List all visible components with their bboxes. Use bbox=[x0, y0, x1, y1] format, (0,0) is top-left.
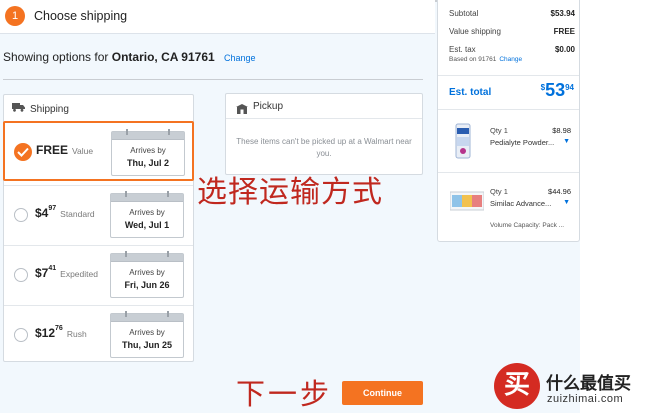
pickup-card-title: Pickup bbox=[253, 101, 284, 112]
estimated-total-label: Est. total bbox=[449, 87, 492, 98]
shipping-card: Shipping FREE Value Arrives by Thu, Jul 2… bbox=[3, 94, 194, 362]
annotation-choose-shipping: 选择运输方式 bbox=[197, 175, 383, 210]
based-on-text: Based on 91761 bbox=[449, 56, 497, 63]
shipping-value: FREE bbox=[553, 27, 575, 36]
shipping-option-value[interactable]: FREE Value Arrives by Thu, Jul 2 bbox=[3, 121, 194, 181]
step-number-badge: 1 bbox=[5, 6, 25, 26]
location-prefix: Showing options for bbox=[3, 50, 109, 64]
shipping-row: Value shipping FREE bbox=[449, 27, 575, 36]
tax-value: $0.00 bbox=[554, 45, 575, 54]
pickup-unavailable-message: These items can't be picked up at a Walm… bbox=[236, 137, 412, 158]
annotation-next-step: 下一步 bbox=[236, 377, 333, 411]
option-label: Standard bbox=[60, 209, 95, 219]
radio-button[interactable] bbox=[14, 208, 28, 222]
tax-label: Est. tax bbox=[449, 45, 476, 54]
shipping-option-rush[interactable]: $1276Rush Arrives by Thu, Jun 25 bbox=[4, 305, 193, 365]
item-price: $8.98 bbox=[552, 126, 571, 135]
subtotal-value: $53.94 bbox=[550, 9, 575, 18]
calendar-icon: Arrives by Fri, Jun 26 bbox=[110, 251, 184, 298]
arrives-label: Arrives by bbox=[130, 146, 166, 155]
arrival-date: Thu, Jul 2 bbox=[126, 158, 169, 168]
checkout-page: 1 Choose shipping Showing options for On… bbox=[0, 0, 650, 413]
item-qty: Qty 1 bbox=[490, 187, 508, 196]
shipping-card-header: Shipping bbox=[12, 103, 69, 115]
calendar-icon: Arrives by Thu, Jun 25 bbox=[110, 311, 184, 358]
truck-icon bbox=[12, 103, 25, 115]
store-icon bbox=[236, 101, 248, 119]
cart-item: Qty 1 $44.96 Similac Advance... ▼ Volume… bbox=[438, 174, 579, 242]
checkmark-icon bbox=[14, 143, 32, 161]
shipping-label: Value shipping bbox=[449, 27, 501, 36]
order-summary: Subtotal $53.94 Value shipping FREE Est.… bbox=[437, 0, 580, 242]
cart-item: Qty 1 $8.98 Pedialyte Powder... ▼ bbox=[438, 111, 579, 173]
item-name[interactable]: Similac Advance... bbox=[490, 199, 551, 208]
option-label: Expedited bbox=[60, 269, 98, 279]
item-variant: Volume Capacity: Pack ... bbox=[490, 222, 565, 229]
calendar-icon: Arrives by Thu, Jul 2 bbox=[111, 129, 185, 176]
option-price: $497Standard bbox=[35, 205, 95, 220]
option-price: FREE Value bbox=[36, 143, 94, 157]
shipping-option-expedited[interactable]: $741Expedited Arrives by Fri, Jun 26 bbox=[4, 245, 193, 305]
shipping-option-standard[interactable]: $497Standard Arrives by Wed, Jul 1 bbox=[4, 185, 193, 245]
calendar-icon: Arrives by Wed, Jul 1 bbox=[110, 191, 184, 238]
arrives-label: Arrives by bbox=[129, 268, 165, 277]
tax-basis: Based on 91761 Change bbox=[449, 56, 522, 63]
tax-row: Est. tax $0.00 bbox=[449, 45, 575, 54]
right-margin bbox=[580, 0, 650, 413]
step-title: Choose shipping bbox=[34, 9, 128, 23]
pedialyte-thumbnail bbox=[450, 123, 476, 164]
arrives-label: Arrives by bbox=[129, 208, 165, 217]
arrival-date: Thu, Jun 25 bbox=[121, 340, 172, 350]
arrival-date: Wed, Jul 1 bbox=[124, 220, 170, 230]
change-location-link[interactable]: Change bbox=[224, 53, 256, 63]
location-line: Showing options for Ontario, CA 91761 Ch… bbox=[3, 50, 256, 64]
pickup-card: Pickup These items can't be picked up at… bbox=[225, 93, 423, 175]
watermark-url: zuizhimai.com bbox=[547, 393, 624, 405]
divider bbox=[3, 79, 423, 80]
item-price: $44.96 bbox=[548, 187, 571, 196]
estimated-total-value: $5394 bbox=[540, 80, 574, 100]
change-zip-link[interactable]: Change bbox=[499, 56, 522, 63]
item-qty: Qty 1 bbox=[490, 126, 508, 135]
subtotal-row: Subtotal $53.94 bbox=[449, 9, 575, 18]
chevron-down-icon[interactable]: ▼ bbox=[563, 199, 570, 206]
subtotal-label: Subtotal bbox=[449, 9, 479, 18]
estimated-total-row: Est. total $5394 bbox=[438, 75, 579, 110]
radio-button[interactable] bbox=[14, 268, 28, 282]
step-header: 1 Choose shipping bbox=[0, 0, 435, 34]
item-name[interactable]: Pedialyte Powder... bbox=[490, 138, 554, 147]
option-price: $741Expedited bbox=[35, 265, 98, 280]
chevron-down-icon[interactable]: ▼ bbox=[563, 138, 570, 145]
continue-button[interactable]: Continue bbox=[342, 381, 423, 405]
location-place: Ontario, CA 91761 bbox=[111, 50, 215, 64]
pickup-card-header: Pickup bbox=[226, 94, 422, 119]
similac-thumbnail bbox=[449, 190, 485, 217]
option-label: Value bbox=[72, 146, 94, 156]
watermark-logo-icon: 买 bbox=[494, 363, 540, 409]
shipping-card-title: Shipping bbox=[30, 103, 69, 115]
arrival-date: Fri, Jun 26 bbox=[124, 280, 170, 290]
radio-button[interactable] bbox=[14, 328, 28, 342]
option-price: $1276Rush bbox=[35, 325, 87, 340]
arrives-label: Arrives by bbox=[129, 328, 165, 337]
watermark-title: 什么最值买 bbox=[546, 374, 631, 394]
option-label: Rush bbox=[66, 329, 87, 339]
